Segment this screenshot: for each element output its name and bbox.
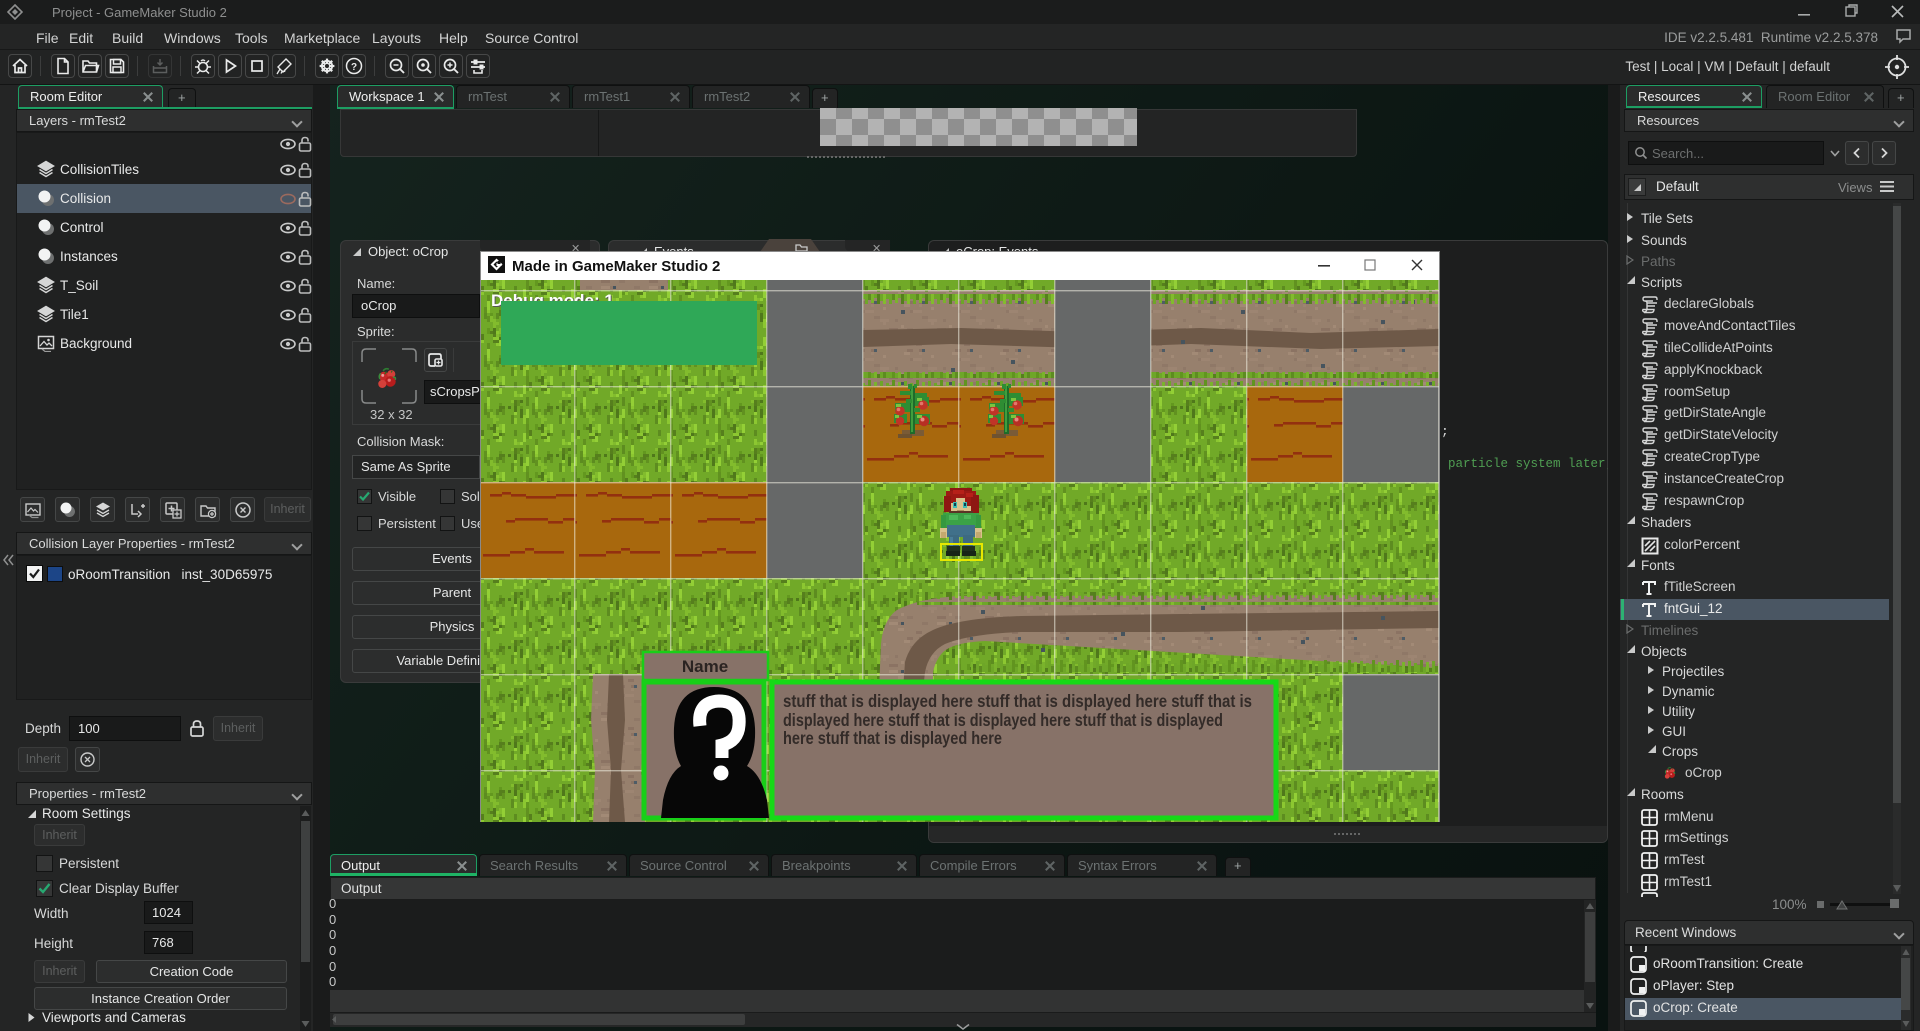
svg-text:here stuff that is displayed h: here stuff that is displayed here [783,728,1002,748]
svg-text:displayed here stuff that is d: displayed here stuff that is displayed h… [783,710,1223,730]
svg-text:Name: Name [682,657,728,676]
svg-text:?: ? [351,62,357,73]
svg-text:stuff that is displayed here s: stuff that is displayed here stuff that … [783,691,1252,711]
